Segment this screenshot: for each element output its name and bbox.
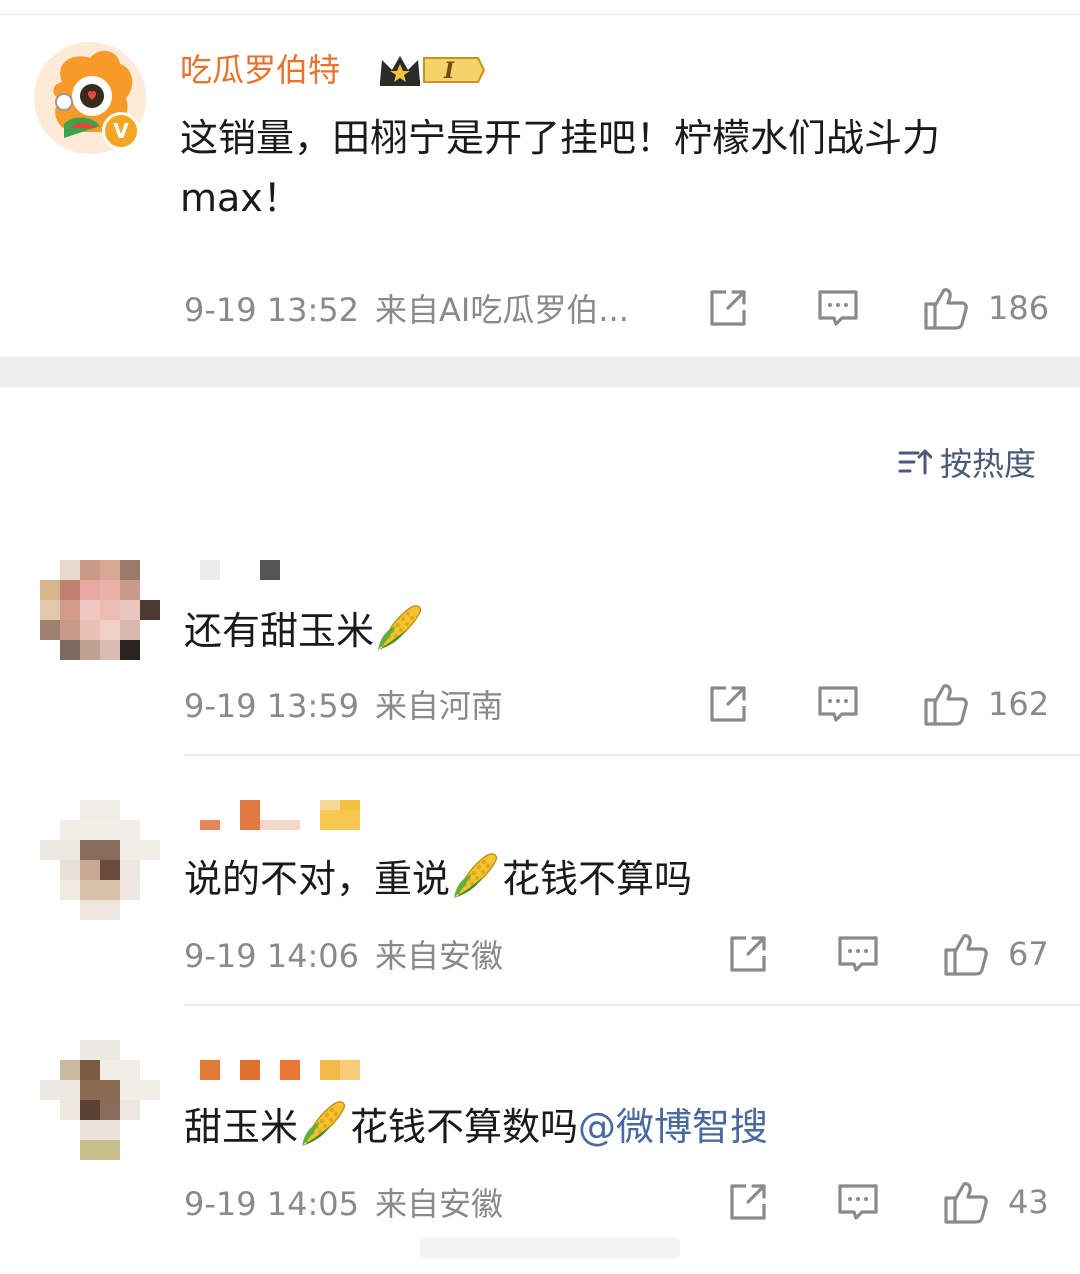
crown-icon: I: [376, 50, 486, 94]
share-icon[interactable]: [706, 286, 750, 330]
like-icon: [942, 930, 990, 978]
like-icon: [922, 284, 970, 332]
like-count: 67: [1008, 935, 1049, 973]
sort-by-hot-button[interactable]: 按热度: [898, 440, 1036, 484]
comment-meta: 9-19 14:05 来自安徽 43: [184, 1180, 1060, 1224]
comment-text: 还有甜玉米: [184, 600, 426, 657]
mention-link[interactable]: @微博智搜: [578, 1105, 768, 1149]
post-meta: 9-19 13:52 来自AI吃瓜罗伯... 186: [184, 286, 1060, 330]
post-source: 来自AI吃瓜罗伯...: [375, 291, 629, 329]
like-icon: [922, 680, 970, 728]
commenter-avatar[interactable]: [40, 560, 160, 680]
corn-emoji: [374, 600, 426, 652]
like-button[interactable]: 43: [942, 1180, 1049, 1224]
comment-text: 甜玉米 花钱不算数吗@微博智搜: [184, 1096, 768, 1153]
post-time: 9-19 13:52: [184, 291, 360, 329]
section-separator: [0, 357, 1080, 387]
comment-divider: [184, 1004, 1080, 1006]
sort-icon: [898, 449, 932, 475]
commenter-avatar[interactable]: [40, 800, 160, 920]
comment-icon[interactable]: [836, 1180, 880, 1224]
share-icon[interactable]: [726, 932, 770, 976]
comment-divider: [184, 754, 1080, 756]
comment-meta: 9-19 14:06 来自安徽 67: [184, 932, 1060, 976]
commenter-name[interactable]: [200, 1060, 362, 1088]
share-icon[interactable]: [706, 682, 750, 726]
author-name[interactable]: 吃瓜罗伯特: [180, 48, 340, 92]
watermark: [420, 1238, 680, 1258]
post-text: 这销量，田栩宁是开了挂吧！柠檬水们战斗力max！: [180, 116, 941, 220]
like-count: 162: [988, 685, 1050, 723]
commenter-avatar[interactable]: [40, 1040, 160, 1160]
corn-emoji: [450, 848, 502, 900]
comment-icon[interactable]: [836, 932, 880, 976]
comment-icon[interactable]: [816, 286, 860, 330]
sort-label: 按热度: [939, 445, 1036, 483]
comment-meta: 9-19 13:59 来自河南 162: [184, 682, 1060, 726]
like-button[interactable]: 186: [922, 286, 1049, 330]
like-button[interactable]: 162: [922, 682, 1049, 726]
like-icon: [942, 1178, 990, 1226]
svg-text:I: I: [443, 58, 455, 84]
like-count: 43: [1008, 1183, 1049, 1221]
comment-text: 说的不对，重说 花钱不算吗: [184, 848, 692, 905]
like-button[interactable]: 67: [942, 932, 1049, 976]
commenter-name[interactable]: [200, 560, 282, 588]
share-icon[interactable]: [726, 1180, 770, 1224]
like-count: 186: [988, 289, 1050, 327]
comment-icon[interactable]: [816, 682, 860, 726]
corn-emoji: [298, 1096, 350, 1148]
commenter-name[interactable]: [200, 800, 362, 838]
verified-icon: V: [102, 112, 140, 150]
